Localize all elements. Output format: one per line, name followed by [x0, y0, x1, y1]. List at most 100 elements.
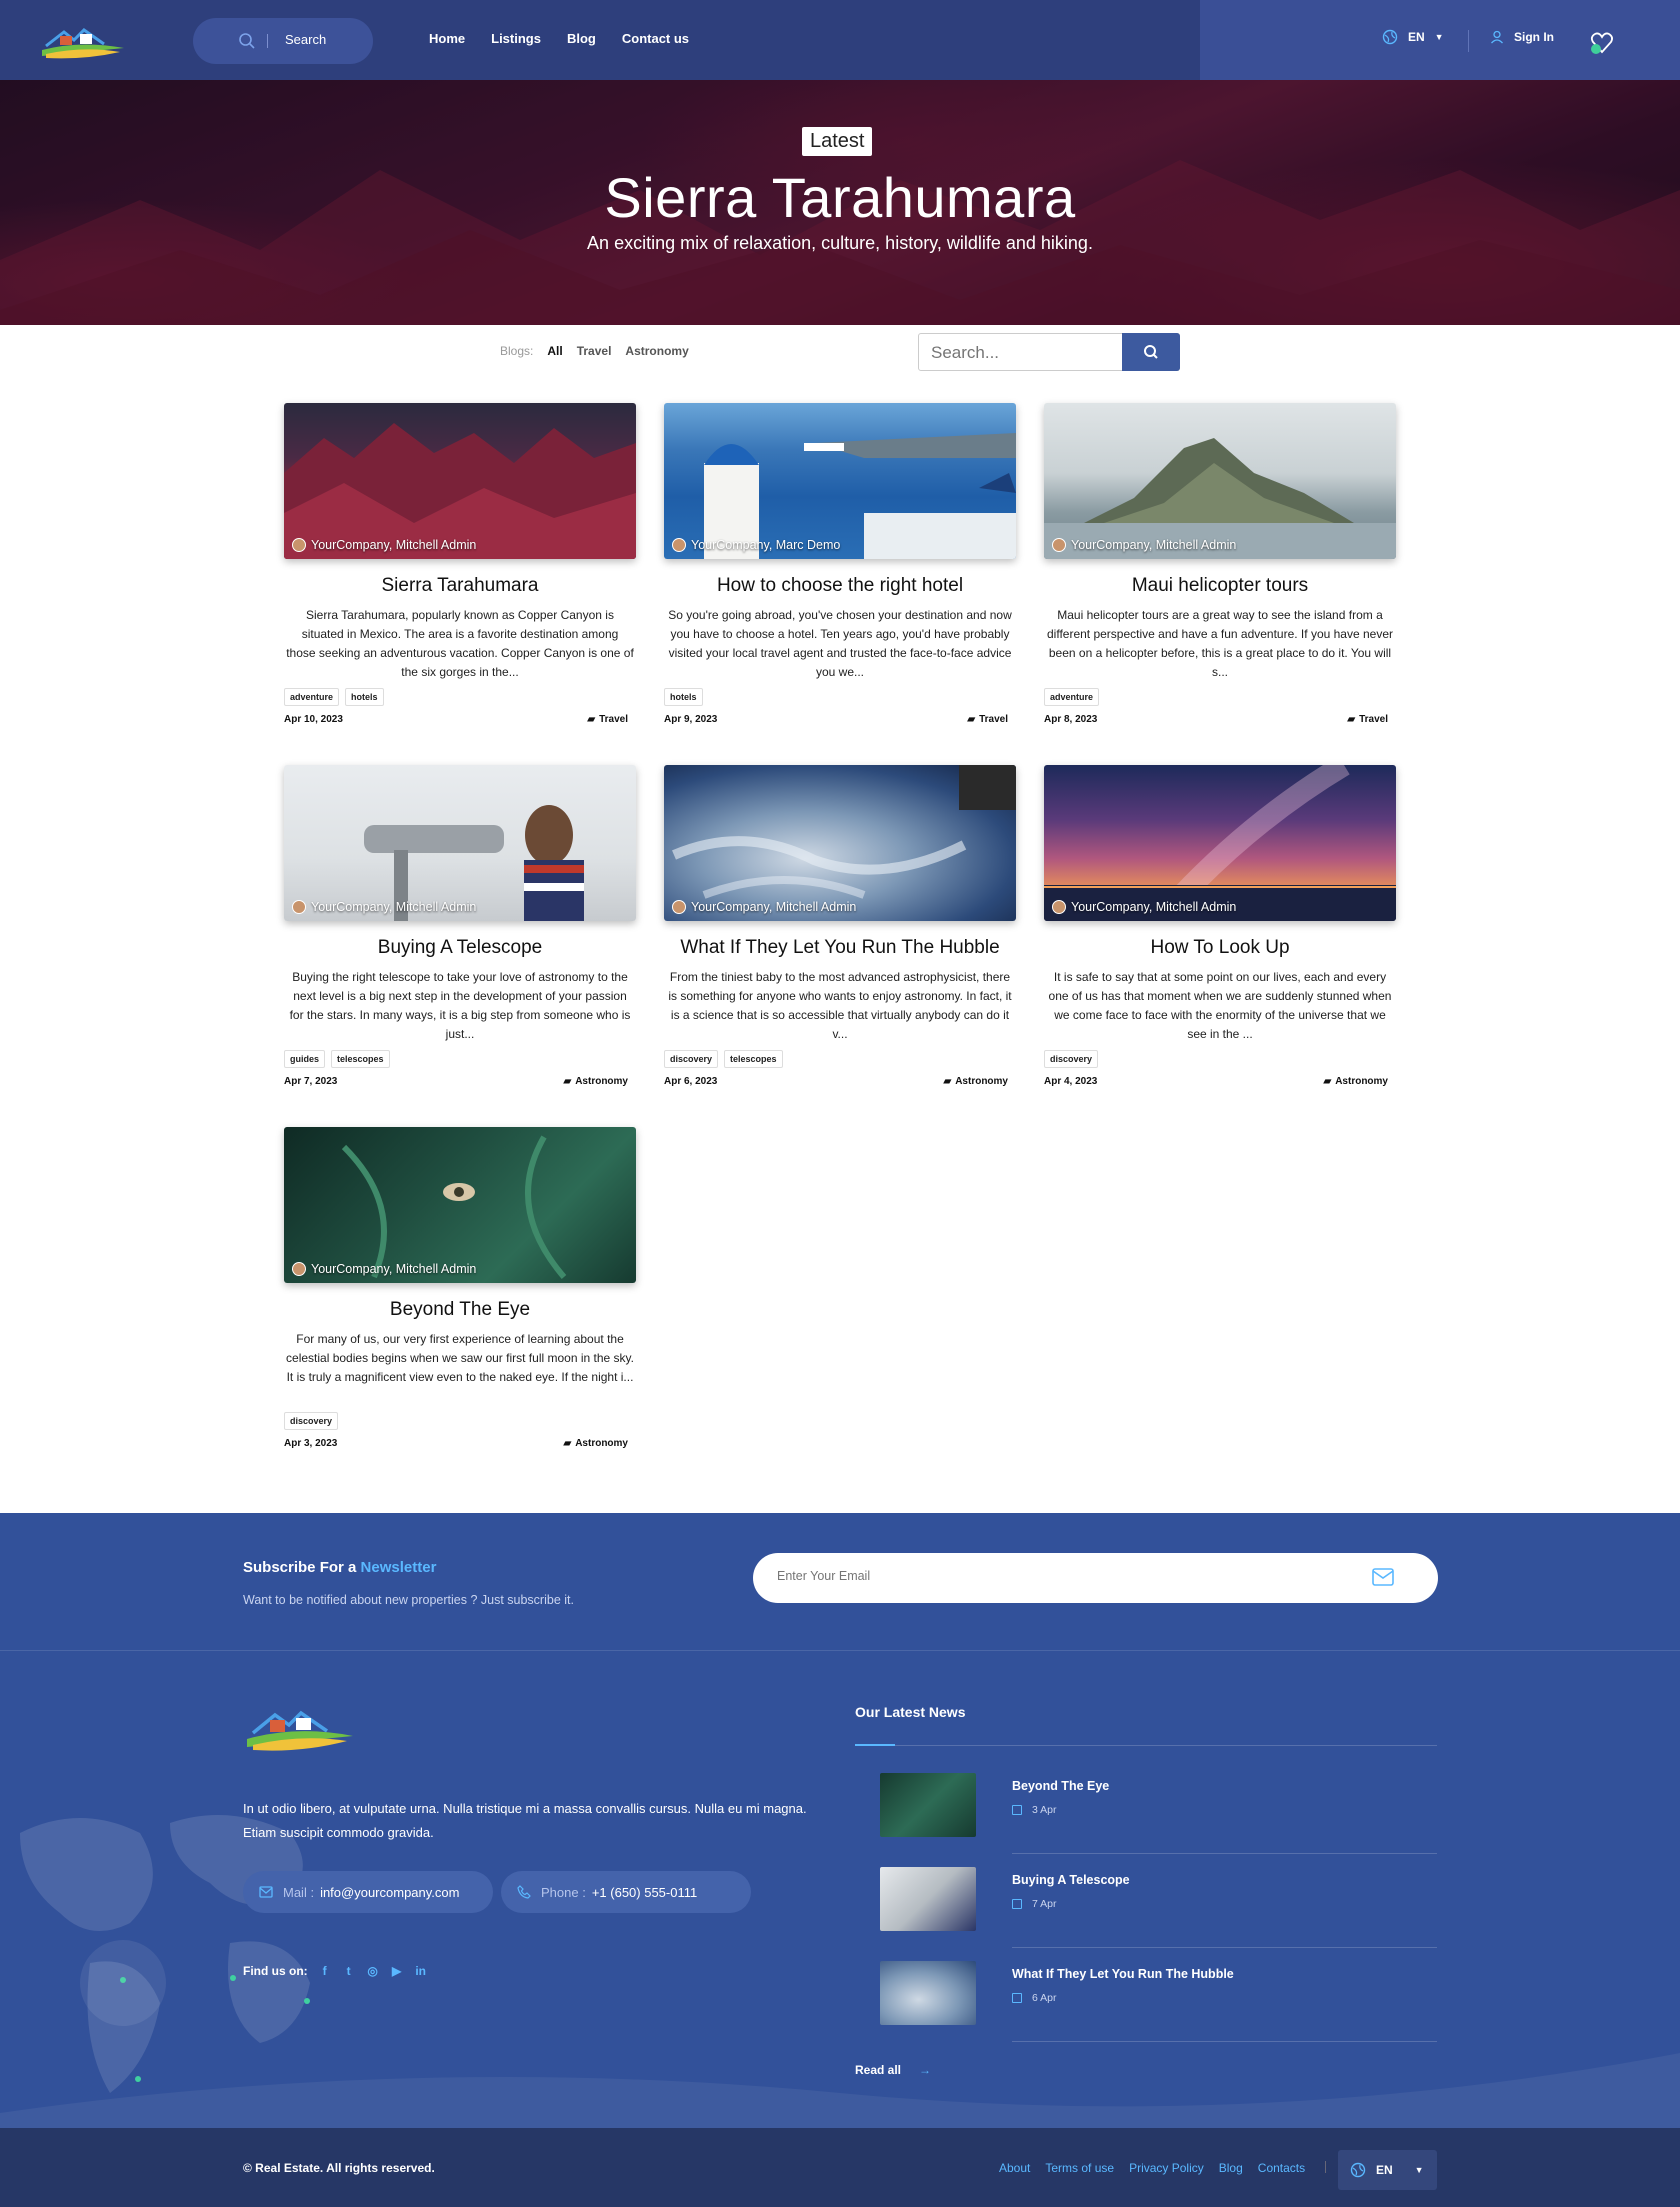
filter-all[interactable]: All [547, 344, 562, 358]
news-thumbnail[interactable] [880, 1773, 976, 1837]
header-search-label: Search [285, 32, 327, 47]
site-logo[interactable] [40, 22, 126, 62]
post-title[interactable]: What If They Let You Run The Hubble [664, 937, 1016, 959]
post-title[interactable]: How To Look Up [1044, 937, 1396, 959]
post-image[interactable]: YourCompany, Mitchell Admin [1044, 765, 1396, 921]
news-thumbnail[interactable] [880, 1961, 976, 2025]
news-item[interactable]: Beyond The Eye 3 Apr [880, 1773, 1437, 1854]
folder-icon: ▰ [563, 1076, 572, 1087]
language-selector[interactable]: EN ▼ [1382, 29, 1444, 45]
blog-search-input[interactable] [931, 343, 1091, 363]
news-title[interactable]: What If They Let You Run The Hubble [1012, 1967, 1234, 1981]
instagram-icon[interactable]: ◎ [366, 1964, 380, 1978]
post-image[interactable]: YourCompany, Marc Demo [664, 403, 1016, 559]
blog-card[interactable]: YourCompany, Mitchell Admin What If They… [664, 765, 1016, 1087]
twitter-icon[interactable]: t [342, 1964, 356, 1978]
nav-home[interactable]: Home [429, 31, 465, 46]
tag[interactable]: hotels [664, 688, 703, 706]
blog-card[interactable]: YourCompany, Mitchell Admin Buying A Tel… [284, 765, 636, 1087]
tag[interactable]: discovery [284, 1412, 339, 1430]
news-title[interactable]: Beyond The Eye [1012, 1779, 1109, 1793]
post-excerpt: So you're going abroad, you've chosen yo… [668, 608, 1012, 679]
nav-blog[interactable]: Blog [567, 31, 596, 46]
linkedin-icon[interactable]: in [414, 1964, 428, 1978]
post-category[interactable]: ▰ Astronomy [564, 1438, 629, 1449]
night-sky-image [1044, 765, 1396, 921]
post-image[interactable]: YourCompany, Mitchell Admin [664, 765, 1016, 921]
tag[interactable]: adventure [1044, 688, 1100, 706]
post-image[interactable]: YourCompany, Mitchell Admin [284, 403, 636, 559]
post-category[interactable]: ▰ Travel [587, 714, 628, 725]
sign-in-link[interactable]: Sign In [1490, 30, 1554, 44]
social-links: Find us on: f t ◎ ▶ in [243, 1964, 428, 1978]
contact-phone-pill[interactable]: Phone : +1 (650) 555-0111 [501, 1871, 751, 1913]
footer-logo[interactable] [245, 1703, 355, 1755]
youtube-icon[interactable]: ▶ [390, 1964, 404, 1978]
blog-card[interactable]: YourCompany, Mitchell Admin Maui helicop… [1044, 403, 1396, 725]
tag[interactable]: telescopes [724, 1050, 783, 1068]
news-separator [1012, 1947, 1437, 1948]
hero-title[interactable]: Sierra Tarahumara [0, 165, 1680, 230]
facebook-icon[interactable]: f [318, 1964, 332, 1978]
calendar-icon [1012, 1899, 1022, 1909]
tag[interactable]: telescopes [331, 1050, 390, 1068]
link-about[interactable]: About [999, 2161, 1030, 2175]
link-terms[interactable]: Terms of use [1045, 2161, 1114, 2175]
post-title[interactable]: Maui helicopter tours [1044, 575, 1396, 597]
blog-card[interactable]: YourCompany, Mitchell Admin Sierra Tarah… [284, 403, 636, 725]
newsletter-subtitle: Want to be notified about new properties… [243, 1593, 574, 1607]
post-category[interactable]: ▰ Astronomy [1324, 1076, 1389, 1087]
post-category[interactable]: ▰ Astronomy [944, 1076, 1009, 1087]
footer-links: About Terms of use Privacy Policy Blog C… [999, 2161, 1327, 2175]
post-image[interactable]: YourCompany, Mitchell Admin [284, 1127, 636, 1283]
user-icon [1491, 30, 1503, 44]
post-category[interactable]: ▰ Travel [967, 714, 1008, 725]
tag[interactable]: discovery [1044, 1050, 1099, 1068]
post-title[interactable]: Buying A Telescope [284, 937, 636, 959]
post-category[interactable]: ▰ Travel [1347, 714, 1388, 725]
nav-contact[interactable]: Contact us [622, 31, 689, 46]
blog-card[interactable]: YourCompany, Mitchell Admin How To Look … [1044, 765, 1396, 1087]
envelope-icon[interactable] [1372, 1568, 1394, 1586]
island-image [1044, 438, 1396, 559]
tag[interactable]: guides [284, 1050, 326, 1068]
header-search[interactable]: Search [193, 18, 373, 64]
read-all-link[interactable]: Read all → [855, 2063, 931, 2077]
post-title[interactable]: Beyond The Eye [284, 1299, 636, 1321]
link-blog[interactable]: Blog [1219, 2161, 1243, 2175]
post-category[interactable]: ▰ Astronomy [564, 1076, 629, 1087]
tag[interactable]: hotels [345, 688, 384, 706]
tag[interactable]: discovery [664, 1050, 719, 1068]
post-image[interactable]: YourCompany, Mitchell Admin [1044, 403, 1396, 559]
news-thumbnail[interactable] [880, 1867, 976, 1931]
post-meta: Apr 8, 2023 ▰ Travel [1044, 714, 1396, 725]
nav-listings[interactable]: Listings [491, 31, 541, 46]
filter-astronomy[interactable]: Astronomy [625, 344, 688, 358]
news-item[interactable]: What If They Let You Run The Hubble 6 Ap… [880, 1961, 1437, 2042]
avatar [1052, 538, 1066, 552]
news-title[interactable]: Buying A Telescope [1012, 1873, 1130, 1887]
link-privacy[interactable]: Privacy Policy [1129, 2161, 1204, 2175]
blog-search-button[interactable] [1122, 333, 1180, 371]
post-meta: Apr 7, 2023 ▰ Astronomy [284, 1076, 636, 1087]
news-item[interactable]: Buying A Telescope 7 Apr [880, 1867, 1437, 1948]
link-contacts[interactable]: Contacts [1258, 2161, 1305, 2175]
contact-mail-pill[interactable]: Mail : info@yourcompany.com [243, 1871, 493, 1913]
post-title[interactable]: How to choose the right hotel [664, 575, 1016, 597]
post-image[interactable]: YourCompany, Mitchell Admin [284, 765, 636, 921]
filter-travel[interactable]: Travel [577, 344, 612, 358]
blog-card[interactable]: YourCompany, Marc Demo How to choose the… [664, 403, 1016, 725]
hero-banner: Latest Sierra Tarahumara An exciting mix… [0, 80, 1680, 325]
map-dot [230, 1975, 236, 1981]
post-title[interactable]: Sierra Tarahumara [284, 575, 636, 597]
blog-card[interactable]: YourCompany, Mitchell Admin Beyond The E… [284, 1127, 636, 1449]
newsletter-email-input[interactable] [777, 1569, 1277, 1583]
blog-search-box [918, 333, 1180, 371]
tag[interactable]: adventure [284, 688, 340, 706]
wishlist-heart-icon[interactable] [1588, 28, 1616, 56]
search-icon [239, 33, 255, 49]
find-us-label: Find us on: [243, 1964, 308, 1978]
footer-language-selector[interactable]: EN ▼ [1338, 2150, 1437, 2190]
avatar [292, 900, 306, 914]
post-date: Apr 10, 2023 [284, 714, 343, 725]
